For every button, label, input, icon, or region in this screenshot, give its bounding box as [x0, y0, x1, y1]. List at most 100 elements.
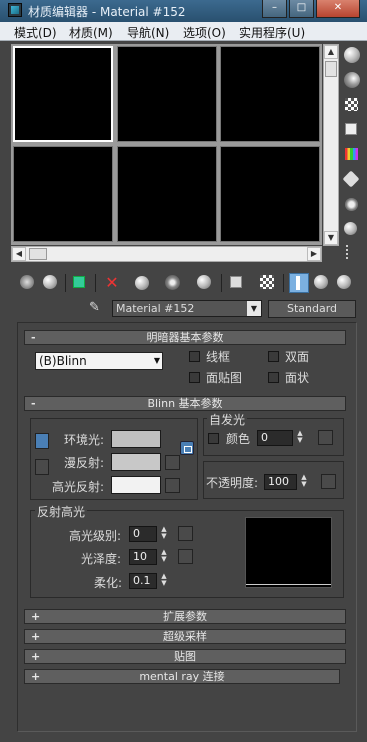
sample-slot[interactable]: [117, 146, 217, 242]
self-illum-spinner[interactable]: 0: [257, 430, 293, 446]
diffuse-map-button[interactable]: [165, 455, 180, 470]
wire-label: 线框: [206, 350, 231, 364]
options-icon[interactable]: [342, 195, 362, 215]
sample-uv-tiling-icon[interactable]: [342, 120, 362, 140]
glossiness-value: 10: [133, 550, 147, 563]
lock-diffuse-specular-icon[interactable]: [35, 459, 49, 475]
rollout-extended-parameters[interactable]: + 扩展参数: [24, 609, 346, 624]
maximize-button[interactable]: □: [289, 0, 314, 18]
scroll-up-icon[interactable]: ▲: [324, 45, 338, 59]
collapse-icon: -: [31, 397, 36, 410]
put-to-library-icon[interactable]: [163, 273, 183, 293]
get-material-icon[interactable]: [18, 273, 38, 293]
shader-type-dropdown[interactable]: (B)Blinn ▼: [35, 352, 163, 370]
app-icon: [8, 3, 22, 17]
opacity-spinner[interactable]: 100: [264, 474, 297, 490]
specular-level-map-button[interactable]: [178, 526, 193, 541]
window-title: 材质编辑器 - Material #152: [28, 5, 186, 19]
scroll-right-icon[interactable]: ▶: [307, 247, 321, 261]
menu-bar: 模式(D) 材质(M) 导航(N) 选项(O) 实用程序(U): [0, 22, 367, 41]
menu-material[interactable]: 材质(M): [69, 24, 113, 41]
face-map-checkbox[interactable]: [189, 372, 200, 383]
put-to-scene-icon[interactable]: [41, 273, 61, 293]
pick-material-icon[interactable]: ✎: [89, 300, 105, 316]
material-name-field[interactable]: Material #152 ▼: [112, 300, 262, 317]
menu-mode[interactable]: 模式(D): [14, 24, 57, 41]
material-map-navigator-icon[interactable]: [342, 243, 362, 263]
menu-options[interactable]: 选项(O): [183, 24, 226, 41]
menu-utilities[interactable]: 实用程序(U): [239, 24, 305, 41]
go-forward-icon[interactable]: [312, 273, 332, 293]
wire-checkbox[interactable]: [189, 351, 200, 362]
opacity-label: 不透明度:: [206, 476, 259, 490]
specular-level-spinner[interactable]: 0: [129, 526, 157, 542]
highlight-curve-baseline: [246, 584, 331, 585]
soften-spinner[interactable]: 0.1: [129, 573, 157, 589]
slots-horizontal-scrollbar[interactable]: ◀ ▶: [11, 246, 322, 262]
scroll-thumb[interactable]: [29, 248, 47, 260]
scroll-left-icon[interactable]: ◀: [12, 247, 26, 261]
expand-icon: +: [31, 610, 41, 623]
specular-label: 高光反射:: [52, 480, 105, 494]
go-to-parent-icon[interactable]: [289, 273, 309, 293]
show-end-result-icon[interactable]: [258, 273, 278, 293]
material-type-button[interactable]: Standard: [268, 300, 356, 318]
slots-vertical-scrollbar[interactable]: ▲ ▼: [323, 44, 339, 246]
spinner-arrows-icon[interactable]: ▲ ▼: [299, 474, 309, 490]
select-by-material-icon[interactable]: [342, 220, 362, 240]
expand-icon: +: [31, 650, 41, 663]
specular-color-swatch[interactable]: [111, 476, 161, 494]
make-preview-icon[interactable]: [342, 170, 362, 190]
diffuse-label: 漫反射:: [64, 456, 105, 470]
specular-map-button[interactable]: [165, 478, 180, 493]
menu-navigation[interactable]: 导航(N): [127, 24, 169, 41]
scroll-down-icon[interactable]: ▼: [324, 231, 338, 245]
rollout-maps[interactable]: + 贴图: [24, 649, 346, 664]
minimize-button[interactable]: –: [262, 0, 287, 18]
diffuse-color-swatch[interactable]: [111, 453, 161, 471]
sample-slot[interactable]: [220, 146, 320, 242]
backlight-icon[interactable]: [342, 70, 362, 90]
scroll-thumb[interactable]: [325, 61, 337, 77]
collapse-icon: -: [31, 331, 36, 344]
spinner-arrows-icon[interactable]: ▲ ▼: [295, 430, 305, 446]
faceted-label: 面状: [285, 371, 310, 385]
lock-ambient-diffuse-icon[interactable]: [35, 433, 49, 449]
shader-type-value: (B)Blinn: [39, 354, 87, 368]
close-button[interactable]: ✕: [316, 0, 360, 18]
sample-slot[interactable]: [13, 46, 113, 142]
faceted-checkbox[interactable]: [268, 372, 279, 383]
material-id-icon[interactable]: [195, 273, 215, 293]
ambient-color-swatch[interactable]: [111, 430, 161, 448]
two-sided-checkbox[interactable]: [268, 351, 279, 362]
show-map-icon[interactable]: [227, 273, 247, 293]
self-illum-map-button[interactable]: [318, 430, 333, 445]
sample-type-icon[interactable]: [342, 45, 362, 65]
video-color-check-icon[interactable]: [342, 145, 362, 165]
rollout-mental-ray-connection[interactable]: + mental ray 连接: [24, 669, 340, 684]
assign-to-selection-icon[interactable]: [70, 273, 90, 293]
spinner-arrows-icon[interactable]: ▲ ▼: [159, 573, 169, 589]
sample-slot[interactable]: [13, 146, 113, 242]
lock-icon[interactable]: [180, 441, 194, 455]
self-illum-value: 0: [261, 431, 268, 444]
sample-slot[interactable]: [117, 46, 217, 142]
spinner-arrows-icon[interactable]: ▲ ▼: [159, 549, 169, 565]
reset-map-icon[interactable]: ✕: [102, 273, 122, 293]
rollout-shader-basic[interactable]: - 明暗器基本参数: [24, 330, 346, 345]
rollout-blinn-basic[interactable]: - Blinn 基本参数: [24, 396, 346, 411]
glossiness-spinner[interactable]: 10: [129, 549, 157, 565]
background-checker-icon[interactable]: [342, 95, 362, 115]
soften-label: 柔化:: [94, 576, 123, 590]
sample-slot[interactable]: [220, 46, 320, 142]
self-illum-color-checkbox[interactable]: [208, 433, 219, 444]
toolbar-separator: [95, 274, 96, 292]
chevron-down-icon[interactable]: ▼: [247, 301, 261, 316]
go-sibling-icon[interactable]: [335, 273, 355, 293]
rollout-supersampling[interactable]: + 超级采样: [24, 629, 346, 644]
glossiness-map-button[interactable]: [178, 549, 193, 564]
expand-icon: +: [31, 630, 41, 643]
spinner-arrows-icon[interactable]: ▲ ▼: [159, 526, 169, 542]
make-unique-icon[interactable]: [133, 273, 153, 293]
opacity-map-button[interactable]: [321, 474, 336, 489]
